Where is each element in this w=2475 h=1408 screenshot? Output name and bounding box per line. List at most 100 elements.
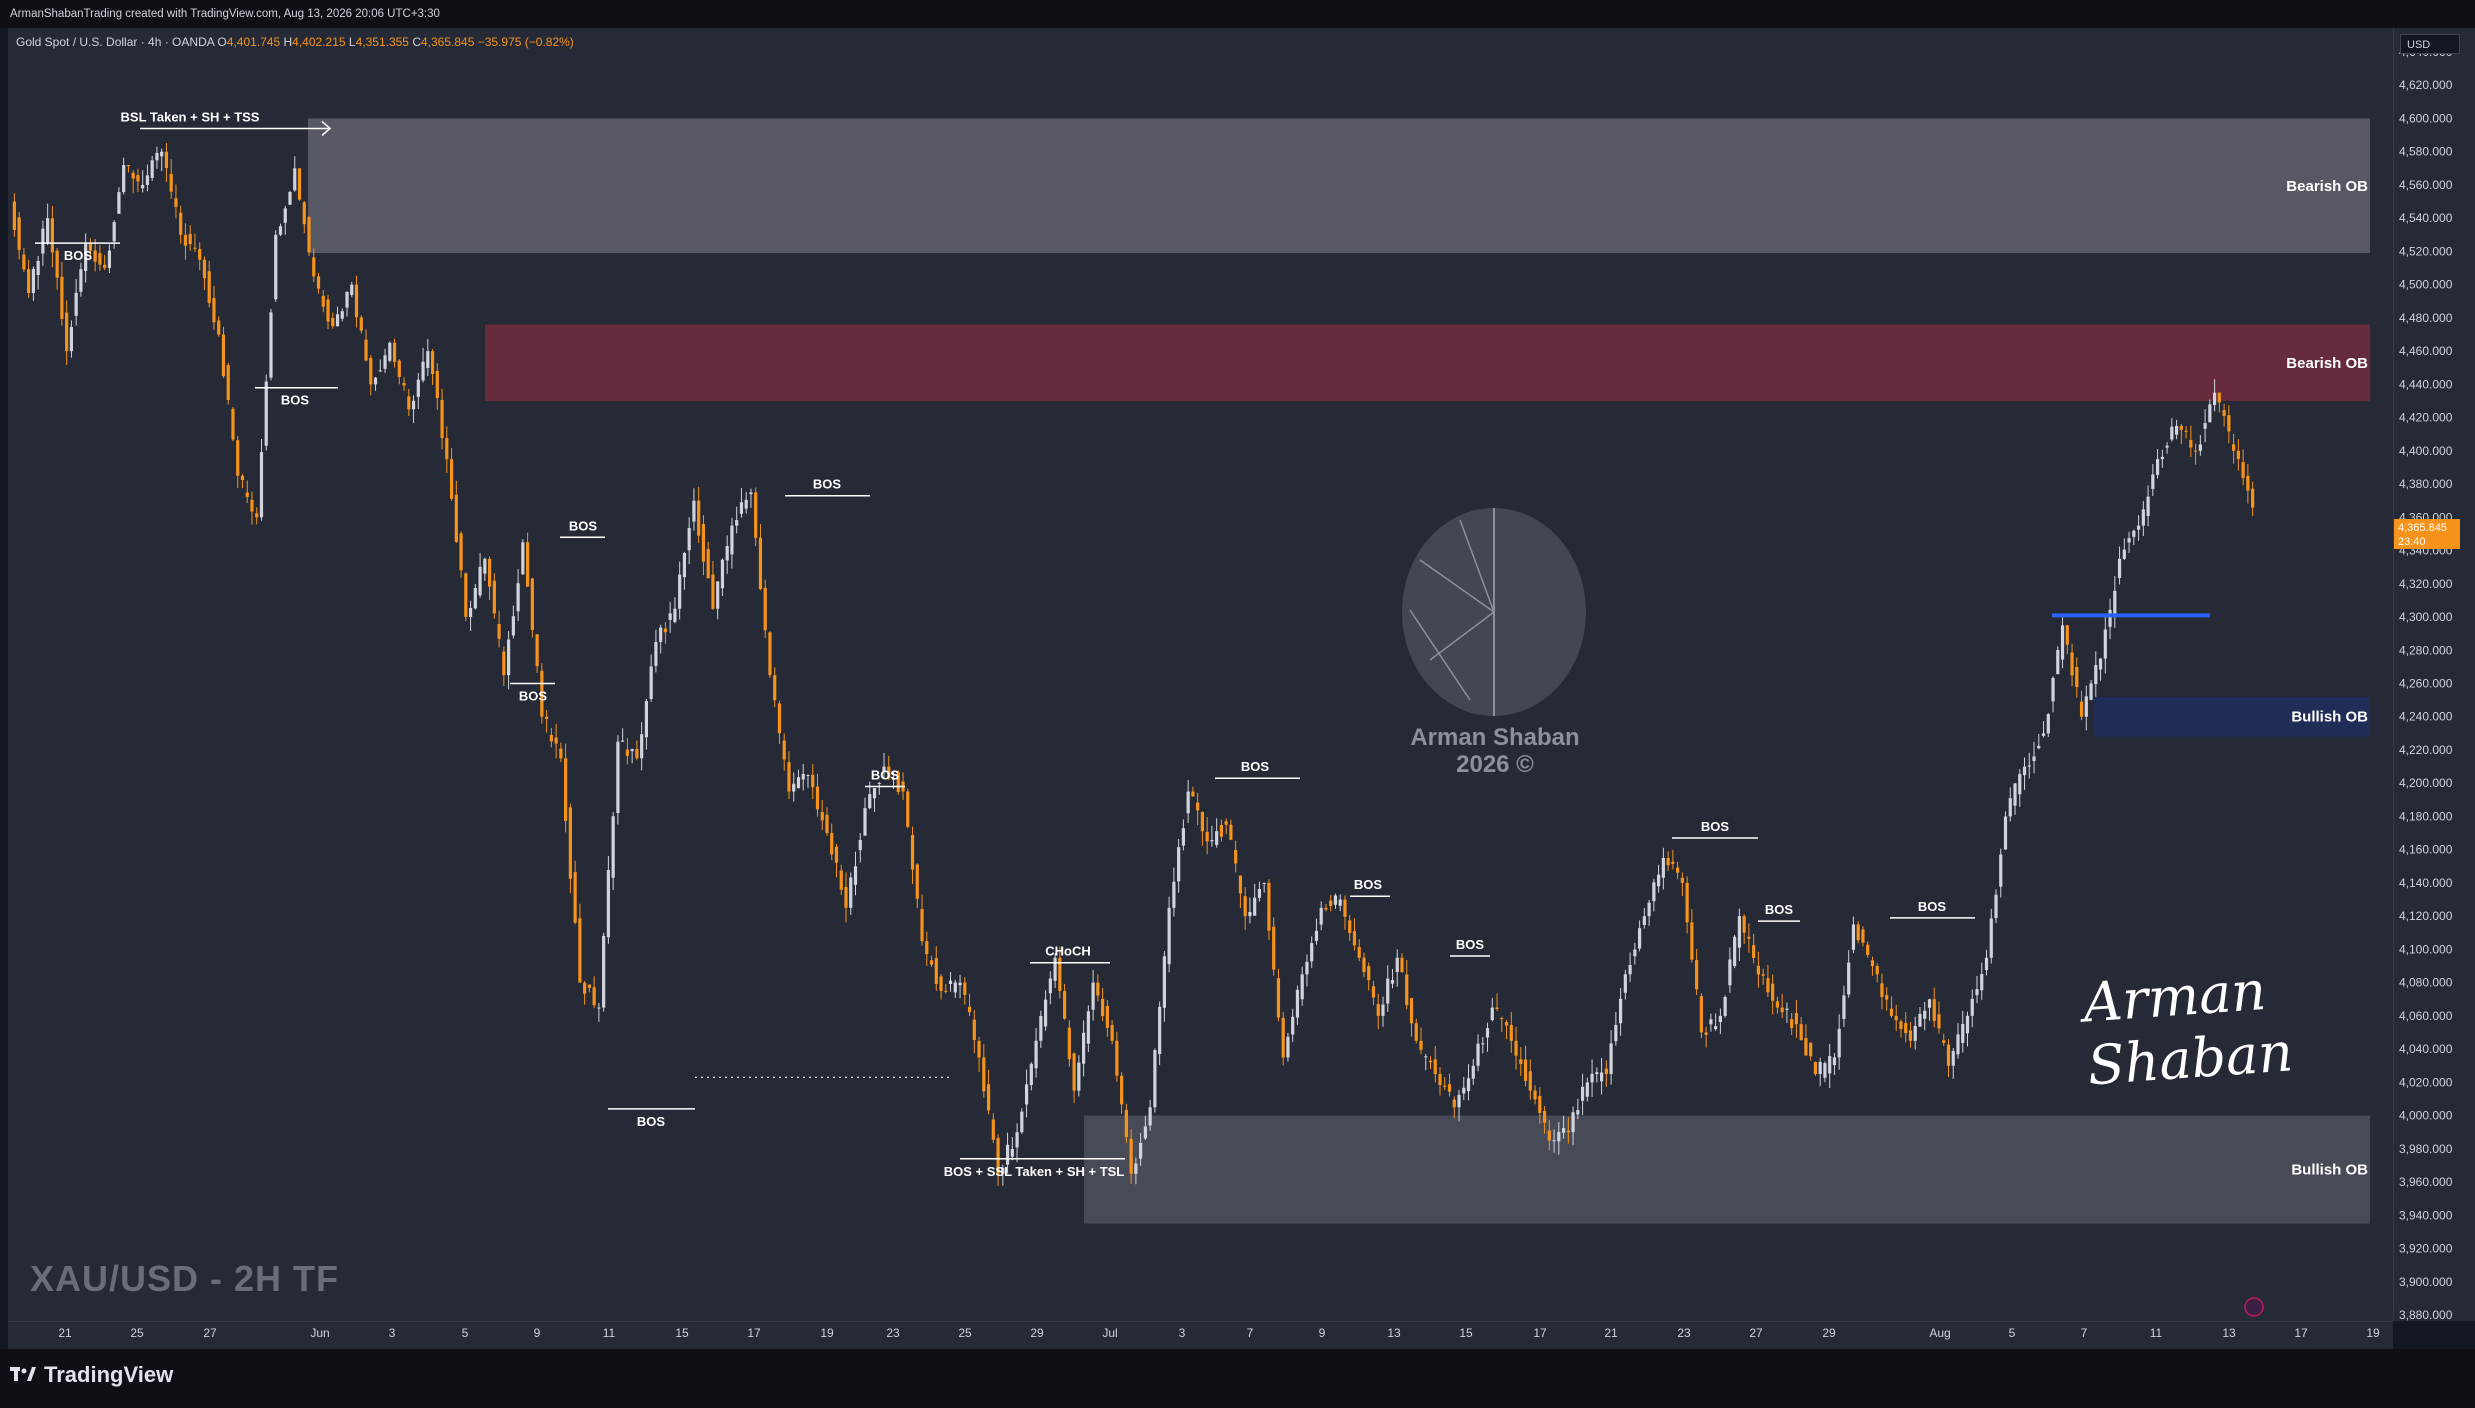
candle-body <box>2184 430 2188 432</box>
candle-body <box>872 788 877 799</box>
candle-body <box>2070 652 2074 676</box>
candle-body <box>1134 1163 1138 1174</box>
candle-body <box>806 774 810 776</box>
candle-body <box>1205 831 1209 842</box>
candle-body <box>1728 959 1732 986</box>
candle-body <box>1699 996 1703 1033</box>
candle-body <box>93 250 97 262</box>
candle-body <box>559 748 563 759</box>
candle-body <box>986 1084 991 1111</box>
time-tick-label: 27 <box>203 1326 217 1340</box>
candle-body <box>820 811 824 821</box>
candle-body <box>364 339 368 361</box>
candle-body <box>858 840 862 851</box>
candle-body <box>1875 966 1879 975</box>
candle-body <box>2065 625 2069 645</box>
candle-body <box>312 257 316 277</box>
candle-body <box>1281 1017 1285 1058</box>
time-tick-label: 21 <box>1604 1326 1618 1340</box>
candle-body <box>1110 1025 1114 1041</box>
candle-body <box>1129 1138 1133 1174</box>
candle-body <box>1262 882 1266 884</box>
candle-body <box>564 758 568 821</box>
candle-body <box>259 452 264 518</box>
symbol-name: Gold Spot / U.S. Dollar · 4h · OANDA <box>16 35 215 49</box>
candle-body <box>1994 894 1998 919</box>
tradingview-logo[interactable]: TradingView <box>10 1362 173 1388</box>
price-tick-label: 4,580.000 <box>2399 145 2453 159</box>
candle-body <box>402 382 406 386</box>
candle-body <box>117 192 121 214</box>
candle-body <box>625 749 629 756</box>
candle-body <box>79 269 83 292</box>
current-price-tag: 4,365.845 23:40 <box>2394 519 2460 549</box>
candle-body <box>145 175 150 185</box>
candle-body <box>2165 445 2169 448</box>
candle-body <box>416 379 420 397</box>
candle-body <box>1889 1008 1894 1016</box>
candle-body <box>1623 974 1627 993</box>
order-block-label: Bearish OB <box>2286 355 2368 372</box>
candle-body <box>397 360 401 377</box>
candle-body <box>1785 1008 1789 1010</box>
candle-body <box>2136 525 2141 530</box>
candle-body <box>1733 936 1737 967</box>
time-tick-label: 9 <box>534 1326 541 1340</box>
candle-body <box>621 740 625 742</box>
candle-body <box>278 226 283 235</box>
candle-body <box>2018 774 2022 795</box>
candle-body <box>1248 911 1252 917</box>
candle-body <box>573 872 577 923</box>
price-tick-label: 3,880.000 <box>2399 1308 2453 1322</box>
candle-body <box>906 791 910 827</box>
candle-body <box>1780 1007 1784 1013</box>
candle-body <box>473 587 477 609</box>
candle-body <box>1861 929 1865 943</box>
candle-body <box>1904 1023 1908 1034</box>
candle-body <box>1885 995 1889 1000</box>
candle-body <box>1809 1042 1813 1057</box>
candle-body <box>1072 1053 1076 1091</box>
candle-body <box>188 234 192 245</box>
time-tick-label: 25 <box>130 1326 144 1340</box>
candle-body <box>1338 899 1342 906</box>
time-tick-label: 17 <box>2294 1326 2308 1340</box>
candle-body <box>1314 930 1319 941</box>
candle-body <box>1571 1112 1575 1133</box>
candle-body <box>126 165 131 167</box>
candle-body <box>1704 1032 1708 1035</box>
candle-body <box>1329 900 1333 907</box>
candle-body <box>293 168 297 191</box>
candle-body <box>1333 895 1338 905</box>
candle-body <box>2022 766 2027 776</box>
candle-body <box>1614 1024 1618 1042</box>
candle-body <box>2127 538 2131 543</box>
candle-body <box>2008 798 2012 817</box>
price-tick-label: 4,500.000 <box>2399 278 2453 292</box>
candle-body <box>1376 1004 1380 1016</box>
time-tick-label: 25 <box>958 1326 972 1340</box>
candle-body <box>982 1057 986 1092</box>
candle-body <box>1086 1011 1090 1044</box>
candle-body <box>597 1007 601 1009</box>
candle-body <box>1618 998 1623 1024</box>
candle-body <box>2189 440 2193 448</box>
candle-body <box>1048 978 1052 994</box>
candle-body <box>1509 1024 1513 1041</box>
candle-body <box>1390 980 1395 984</box>
time-tick-label: 7 <box>1247 1326 1254 1340</box>
candle-body <box>925 941 929 955</box>
candle-body <box>1438 1074 1442 1086</box>
time-tick-label: 21 <box>58 1326 72 1340</box>
high-label: H <box>283 35 293 49</box>
candle-body <box>1908 1030 1913 1041</box>
candle-body <box>1053 957 1057 981</box>
candle-body <box>1657 874 1661 887</box>
candle-body <box>1082 1032 1086 1064</box>
candle-body <box>692 500 696 522</box>
candle-body <box>1942 1040 1946 1043</box>
candle-body <box>1148 1107 1152 1126</box>
candle-body <box>644 701 649 738</box>
currency-selector[interactable]: USD <box>2400 34 2460 54</box>
candle-body <box>1243 896 1247 917</box>
